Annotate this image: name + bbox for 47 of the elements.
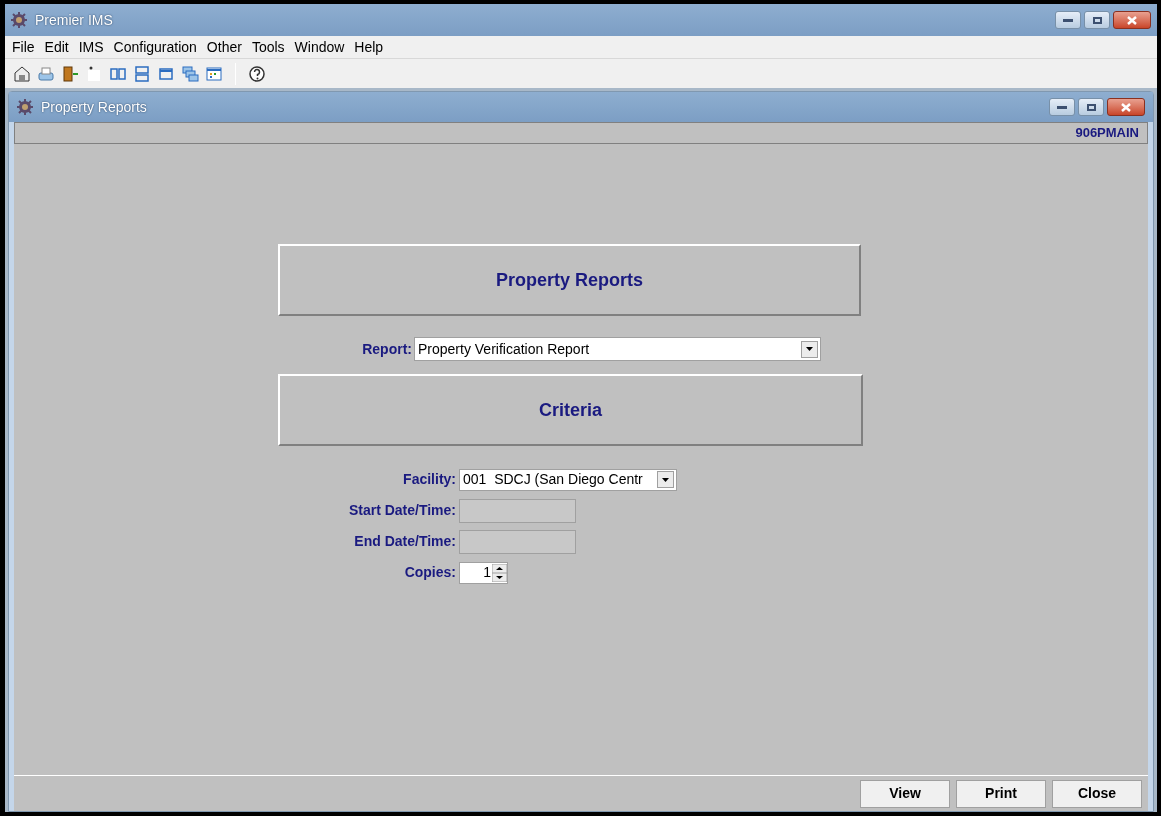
menu-item[interactable]: File	[7, 36, 40, 58]
spin-down-icon[interactable]	[492, 572, 507, 582]
door-icon[interactable]	[61, 64, 79, 83]
field-label: Facility:	[402, 470, 457, 489]
field-label: Copies:	[403, 563, 457, 582]
window-title: Property Reports	[41, 97, 147, 117]
menu-item[interactable]: Other	[201, 36, 247, 58]
close-button[interactable]	[1113, 11, 1151, 29]
maximize-button[interactable]	[1078, 98, 1104, 116]
action-button[interactable]: View	[860, 779, 950, 808]
field-label: End Date/Time:	[353, 532, 457, 551]
window-title: Premier IMS	[35, 10, 113, 30]
close-icon	[1121, 102, 1131, 112]
close-button[interactable]	[1107, 98, 1145, 116]
help-icon[interactable]	[248, 64, 266, 83]
field-label: Start Date/Time:	[347, 501, 457, 520]
calendar-icon[interactable]	[205, 64, 223, 83]
heading: Property Reports	[495, 268, 643, 292]
action-button[interactable]: Print	[956, 779, 1046, 808]
menu-item[interactable]: Tools	[246, 36, 290, 58]
close-icon	[1127, 15, 1137, 25]
facility-dropdown[interactable]: 001 SDCJ (San Diego Centr	[459, 468, 677, 491]
gear-icon	[17, 99, 33, 115]
cascade-icon[interactable]	[181, 64, 199, 83]
action-button[interactable]: Close	[1052, 779, 1142, 808]
restore-button[interactable]	[1084, 11, 1110, 29]
criteria-heading: Criteria	[539, 398, 602, 422]
dropdown-arrow-button[interactable]	[657, 471, 674, 488]
dropdown-arrow-button[interactable]	[801, 340, 818, 358]
menu-item[interactable]: Window	[289, 36, 350, 58]
gear-icon	[11, 12, 27, 28]
spin-up-icon[interactable]	[492, 563, 507, 573]
printer-icon[interactable]	[37, 64, 55, 83]
menu-item[interactable]: IMS	[73, 36, 109, 58]
minimize-button[interactable]	[1055, 11, 1081, 29]
caret-icon	[806, 347, 813, 351]
horizontal-tile-icon[interactable]	[133, 64, 151, 83]
house-icon[interactable]	[13, 64, 31, 83]
menu-item[interactable]: Edit	[39, 36, 74, 58]
report-label: Report:	[361, 339, 413, 359]
menu-item[interactable]: Configuration	[108, 36, 202, 58]
report-dropdown[interactable]: Property Verification Report	[414, 337, 821, 361]
menu-item[interactable]: Help	[349, 36, 389, 58]
caret-icon	[662, 477, 669, 482]
copies-spinner[interactable]: 1	[459, 561, 508, 584]
minimize-button[interactable]	[1049, 98, 1075, 116]
screen-code: 906PMAIN	[1075, 124, 1139, 143]
